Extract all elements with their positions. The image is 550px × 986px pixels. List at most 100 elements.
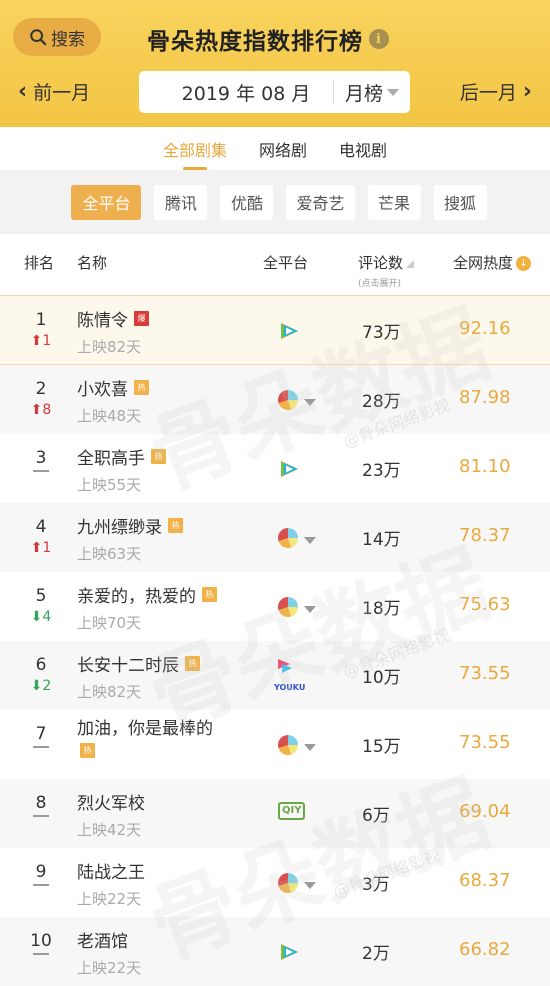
header-rank: 排名: [24, 254, 55, 272]
rank-change-value: 2: [42, 678, 52, 694]
show-name[interactable]: 小欢喜热: [77, 375, 149, 400]
next-month-button[interactable]: 后一月 ›: [460, 78, 532, 105]
show-name[interactable]: 老酒馆: [77, 927, 128, 952]
date-value[interactable]: 2019 年 08 月: [139, 79, 333, 106]
date-selector[interactable]: 2019 年 08 月 月榜: [139, 71, 410, 113]
caret-down-icon[interactable]: [304, 744, 316, 751]
rank-number: 6: [35, 655, 47, 675]
tab-web-series[interactable]: 网络剧: [243, 127, 323, 170]
show-name[interactable]: 长安十二时辰热: [77, 651, 200, 676]
multi-platform-icon[interactable]: [278, 597, 298, 621]
header-comments[interactable]: 评论数: [358, 252, 415, 273]
table-row[interactable]: 4 ⬆1 九州缥缈录热上映63天 14万 78.37: [0, 503, 550, 572]
sort-icon: [406, 260, 415, 268]
rank-change: ⬆1: [26, 333, 56, 349]
comments-hint: (点击展开): [358, 279, 402, 289]
caret-down-icon[interactable]: [304, 399, 316, 406]
ranking-list: 1 ⬆1 陈情令爆上映82天 73万 92.16 2 ⬆8 小欢喜热上映48天 28万 87.98…: [0, 296, 550, 986]
hot-badge: 热: [185, 656, 200, 671]
multi-platform-icon[interactable]: [278, 528, 298, 552]
days-aired: 上映82天: [77, 338, 142, 356]
tencent-video-icon: [278, 459, 300, 479]
table-row[interactable]: 9 陆战之王 上映22天 3万 68.37: [0, 848, 550, 917]
hot-badge: 热: [151, 449, 166, 464]
platform-iqiyi[interactable]: 爱奇艺: [286, 184, 355, 220]
table-row[interactable]: 2 ⬆8 小欢喜热上映48天 28万 87.98: [0, 365, 550, 434]
rank-change-value: 8: [42, 402, 52, 418]
table-row[interactable]: 8 烈火军校 上映42天 QIY 6万 69.04: [0, 779, 550, 848]
show-title: 长安十二时辰: [77, 656, 179, 676]
heat-index: 87.98: [459, 387, 511, 408]
multi-platform-icon[interactable]: [278, 735, 298, 759]
rank-number: 8: [30, 793, 52, 817]
arrow-up-icon: ⬆: [30, 540, 43, 556]
hot-badge: 热: [168, 518, 183, 533]
pie-icon: [278, 873, 298, 893]
show-name[interactable]: 陈情令爆: [77, 306, 149, 331]
header-comments-label: 评论数: [358, 254, 404, 272]
chevron-right-icon: ›: [522, 78, 532, 104]
show-title: 全职高手: [77, 449, 145, 469]
arrow-up-icon: ⬆: [30, 402, 43, 418]
arrow-down-icon: ⬇: [30, 678, 43, 694]
tab-all[interactable]: 全部剧集: [147, 127, 243, 170]
rank-number: 10: [30, 931, 52, 955]
period-dropdown[interactable]: 月榜: [334, 79, 410, 106]
comment-count: 3万: [362, 875, 390, 895]
platform-sohu[interactable]: 搜狐: [433, 184, 487, 220]
rank-change: ⬆1: [26, 540, 56, 556]
comment-count: 15万: [362, 737, 401, 757]
show-name[interactable]: 亲爱的，热爱的热: [77, 582, 217, 607]
rank-number: 2: [35, 379, 47, 399]
multi-platform-icon[interactable]: [278, 390, 298, 414]
tab-tv-series[interactable]: 电视剧: [323, 127, 403, 170]
header-heat[interactable]: 全网热度 ↓: [453, 252, 532, 273]
hot-badge: 热: [80, 743, 95, 758]
days-aired: 上映42天: [77, 821, 142, 839]
search-button[interactable]: 搜索: [13, 18, 101, 56]
rank-change: ⬇2: [26, 678, 56, 694]
chevron-left-icon: ‹: [18, 78, 28, 104]
caret-down-icon: [387, 88, 399, 96]
heat-index: 68.37: [459, 870, 511, 891]
table-row[interactable]: 7 加油，你是最棒的热 15万 73.55: [0, 710, 550, 779]
rank-change-value: 1: [42, 540, 52, 556]
table-row[interactable]: 5 ⬇4 亲爱的，热爱的热上映70天 18万 75.63: [0, 572, 550, 641]
show-title: 陈情令: [77, 311, 128, 331]
show-title: 加油，你是最棒的: [77, 719, 213, 739]
show-name[interactable]: 陆战之王: [77, 858, 145, 883]
comment-count: 28万: [362, 392, 401, 412]
comment-count: 10万: [362, 668, 401, 688]
iqiyi-icon: QIY: [278, 802, 306, 820]
show-title: 小欢喜: [77, 380, 128, 400]
days-aired: 上映82天: [77, 683, 142, 701]
heat-index: 92.16: [459, 318, 511, 339]
youku-logo-icon: [274, 657, 304, 675]
comment-count: 2万: [362, 944, 390, 964]
prev-month-button[interactable]: ‹ 前一月: [18, 78, 90, 105]
rank-number: 3: [30, 448, 52, 472]
platform-mango[interactable]: 芒果: [367, 184, 421, 220]
tencent-video-icon: [278, 321, 300, 341]
caret-down-icon[interactable]: [304, 882, 316, 889]
platform-tencent[interactable]: 腾讯: [154, 184, 208, 220]
show-name[interactable]: 全职高手热: [77, 444, 166, 469]
table-row[interactable]: 10 老酒馆 上映22天 2万 66.82: [0, 917, 550, 986]
caret-down-icon[interactable]: [304, 537, 316, 544]
show-name[interactable]: 九州缥缈录热: [77, 513, 183, 538]
days-aired: 上映70天: [77, 614, 142, 632]
rank-number: 4: [35, 517, 47, 537]
table-row[interactable]: 1 ⬆1 陈情令爆上映82天 73万 92.16: [0, 296, 550, 365]
multi-platform-icon[interactable]: [278, 873, 298, 897]
header-platform: 全平台: [263, 254, 309, 272]
caret-down-icon[interactable]: [304, 606, 316, 613]
show-name[interactable]: 烈火军校: [77, 789, 145, 814]
arrow-down-icon: ⬇: [30, 609, 43, 625]
header: 搜索 骨朵热度指数排行榜 i ‹ 前一月 2019 年 08 月 月榜 后一月 …: [0, 0, 550, 127]
table-row[interactable]: 3 全职高手热上映55天 23万 81.10: [0, 434, 550, 503]
platform-youku[interactable]: 优酷: [220, 184, 274, 220]
info-icon[interactable]: i: [369, 29, 389, 49]
show-name[interactable]: 加油，你是最棒的热: [77, 716, 217, 770]
table-row[interactable]: 6 ⬇2 长安十二时辰热上映82天 YOUKU 10万 73.55: [0, 641, 550, 710]
platform-all[interactable]: 全平台: [71, 184, 142, 220]
